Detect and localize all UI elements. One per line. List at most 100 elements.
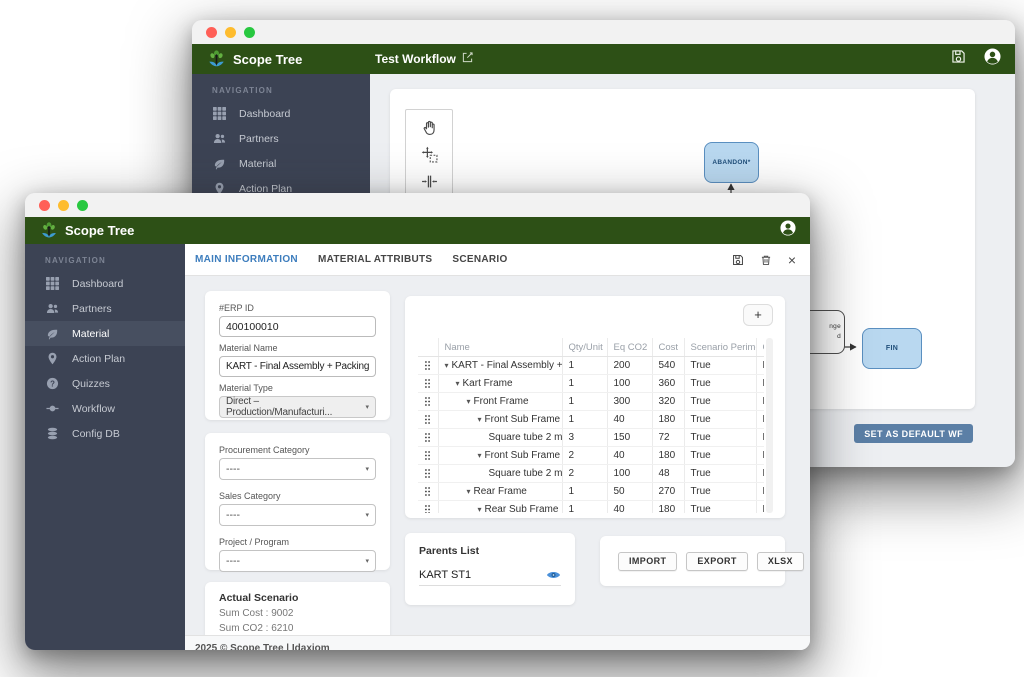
- align-tool-icon[interactable]: [420, 172, 438, 190]
- nav-section-label: NAVIGATION: [192, 74, 370, 101]
- trash-icon[interactable]: [760, 254, 772, 266]
- user-avatar-icon[interactable]: [780, 220, 796, 241]
- sidebar-item-material[interactable]: Material: [192, 151, 370, 176]
- handle-column-header: [418, 338, 438, 357]
- table-row[interactable]: Square tube 2 meters210048TrueF: [418, 465, 764, 483]
- table-row[interactable]: ▾Front Frame1300320TrueF: [418, 393, 764, 411]
- sales-category-select[interactable]: ---- ▾: [219, 504, 376, 526]
- drag-handle-icon[interactable]: [424, 486, 431, 497]
- row-name: Front Sub Frame Down: [485, 414, 562, 425]
- import-button[interactable]: IMPORT: [618, 552, 677, 571]
- workflow-node-abandon[interactable]: ABANDON*: [704, 142, 759, 183]
- drag-handle-icon[interactable]: [424, 414, 431, 425]
- row-clipped-cell: F: [756, 483, 764, 501]
- procurement-category-select[interactable]: ---- ▾: [219, 458, 376, 480]
- parent-list-item: KART ST1: [419, 569, 561, 586]
- eye-icon[interactable]: [546, 570, 561, 580]
- table-row[interactable]: Square tube 2 meters315072TrueF: [418, 429, 764, 447]
- actual-scenario-title: Actual Scenario: [219, 592, 376, 604]
- collapse-arrow-icon[interactable]: ▾: [478, 505, 482, 513]
- desktop: Scope Tree Test Workflow NAVIGATION D: [0, 0, 1024, 677]
- material-leaf-icon: [212, 157, 226, 171]
- tab-scenario[interactable]: SCENARIO: [452, 254, 507, 265]
- table-row[interactable]: ▾Rear Sub Frame Down140180TrueF: [418, 501, 764, 514]
- sum-co2-value: Sum CO2 : 6210: [219, 622, 376, 636]
- row-eq-co2: 40: [607, 411, 652, 429]
- sidebar-item-action-plan[interactable]: Action Plan: [25, 346, 185, 371]
- sidebar-item-quizzes[interactable]: ?Quizzes: [25, 371, 185, 396]
- collapse-arrow-icon[interactable]: ▾: [456, 379, 460, 388]
- select-move-tool-icon[interactable]: [420, 145, 438, 163]
- footer: 2025 © Scope Tree | Idaxiom: [185, 635, 810, 650]
- save-icon[interactable]: [951, 49, 966, 69]
- collapse-arrow-icon[interactable]: ▾: [478, 451, 482, 460]
- tab-material-attributs[interactable]: MATERIAL ATTRIBUTS: [318, 254, 432, 265]
- material-type-select[interactable]: Direct – Production/Manufacturi... ▾: [219, 396, 376, 418]
- xlsx-button[interactable]: XLSX: [757, 552, 804, 571]
- sidebar-item-partners[interactable]: Partners: [192, 126, 370, 151]
- footer-text: 2025 © Scope Tree | Idaxiom: [195, 643, 330, 651]
- hand-tool-icon[interactable]: [420, 118, 438, 136]
- collapse-arrow-icon[interactable]: ▾: [445, 361, 449, 370]
- close-icon[interactable]: ×: [788, 253, 796, 267]
- drag-handle-icon[interactable]: [424, 468, 431, 479]
- sum-cost-value: Sum Cost : 9002: [219, 607, 376, 622]
- table-row[interactable]: ▾Rear Frame150270TrueF: [418, 483, 764, 501]
- sidebar-item-material[interactable]: Material: [25, 321, 185, 346]
- edit-icon[interactable]: [462, 52, 473, 66]
- row-cost: 72: [652, 429, 684, 447]
- table-row[interactable]: ▾Front Sub Frame Top240180TrueF: [418, 447, 764, 465]
- table-row[interactable]: ▾KART - Final Assembly + Packing1200540T…: [418, 357, 764, 375]
- export-button[interactable]: EXPORT: [686, 552, 747, 571]
- app-header: Scope Tree: [25, 217, 810, 244]
- row-clipped-cell: F: [756, 357, 764, 375]
- parents-list-card: Parents List KART ST1: [405, 533, 575, 605]
- drag-handle-icon[interactable]: [424, 378, 431, 389]
- tree-logo-icon: [206, 49, 227, 70]
- row-cost: 180: [652, 447, 684, 465]
- minimize-window-button[interactable]: [225, 27, 236, 38]
- drag-handle-icon[interactable]: [424, 432, 431, 443]
- collapse-arrow-icon[interactable]: ▾: [478, 415, 482, 424]
- row-qty: 1: [562, 375, 607, 393]
- user-avatar-icon[interactable]: [984, 48, 1001, 70]
- close-window-button[interactable]: [206, 27, 217, 38]
- material-name-input[interactable]: [219, 356, 376, 377]
- sidebar-item-label: Action Plan: [72, 353, 125, 365]
- collapse-arrow-icon[interactable]: ▾: [467, 487, 471, 496]
- drag-handle-icon[interactable]: [424, 504, 431, 513]
- tab-main-information[interactable]: MAIN INFORMATION: [195, 254, 298, 265]
- project-program-select[interactable]: ---- ▾: [219, 550, 376, 572]
- table-row[interactable]: ▾Front Sub Frame Down140180TrueF: [418, 411, 764, 429]
- row-eq-co2: 100: [607, 375, 652, 393]
- drag-handle-icon[interactable]: [424, 450, 431, 461]
- maximize-window-button[interactable]: [77, 200, 88, 211]
- sidebar-item-dashboard[interactable]: Dashboard: [25, 271, 185, 296]
- qty-column-header: Qty/Unit: [562, 338, 607, 357]
- config-db-database-icon: [45, 427, 59, 441]
- workflow-title: Test Workflow: [375, 52, 456, 66]
- table-scrollbar[interactable]: [766, 338, 773, 513]
- table-row[interactable]: ▾Kart Frame1100360TrueF: [418, 375, 764, 393]
- maximize-window-button[interactable]: [244, 27, 255, 38]
- sidebar-item-config-db[interactable]: Config DB: [25, 421, 185, 446]
- material-name-label: Material Name: [219, 343, 376, 353]
- sidebar-item-workflow[interactable]: Workflow: [25, 396, 185, 421]
- partners-users-icon: [212, 132, 226, 146]
- sales-category-label: Sales Category: [219, 491, 376, 501]
- save-icon[interactable]: [732, 254, 744, 266]
- collapse-arrow-icon[interactable]: ▾: [467, 397, 471, 406]
- close-window-button[interactable]: [39, 200, 50, 211]
- drag-handle-icon[interactable]: [424, 360, 431, 371]
- erp-id-input[interactable]: [219, 316, 376, 337]
- sidebar-item-dashboard[interactable]: Dashboard: [192, 101, 370, 126]
- add-row-button[interactable]: +: [743, 304, 773, 326]
- minimize-window-button[interactable]: [58, 200, 69, 211]
- brand-name: Scope Tree: [65, 223, 134, 238]
- sidebar-item-partners[interactable]: Partners: [25, 296, 185, 321]
- workflow-node-fin[interactable]: FIN: [862, 328, 922, 369]
- row-qty: 3: [562, 429, 607, 447]
- drag-handle-icon[interactable]: [424, 396, 431, 407]
- set-as-default-wf-button[interactable]: SET AS DEFAULT WF: [854, 424, 973, 443]
- row-qty: 2: [562, 447, 607, 465]
